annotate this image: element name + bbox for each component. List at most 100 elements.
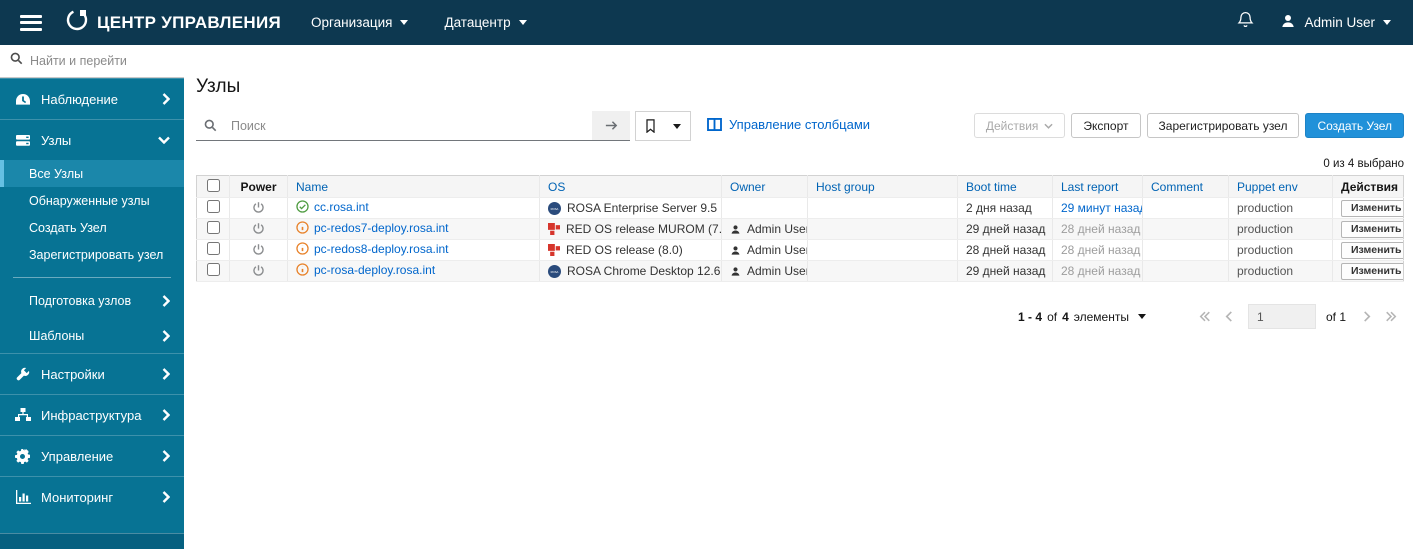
column-header-puppet-env[interactable]: Puppet env — [1228, 175, 1333, 198]
sidebar-search — [0, 45, 184, 78]
column-header-boot-time[interactable]: Boot time — [957, 175, 1053, 198]
power-status-icon — [252, 222, 265, 235]
column-header-power: Power — [229, 175, 288, 198]
wrench-icon — [14, 367, 31, 382]
column-header-name[interactable]: Name — [287, 175, 540, 198]
sidebar-subitem-label: Шаблоны — [29, 328, 85, 343]
main-content: Узлы Поиск Управление столбцами Действия… — [184, 45, 1413, 549]
actions-dropdown-button[interactable]: Действия — [973, 113, 1066, 138]
register-label: Зарегистрировать узел — [1158, 118, 1288, 133]
column-header-host-group[interactable]: Host group — [807, 175, 958, 198]
column-header-last-report[interactable]: Last report — [1052, 175, 1143, 198]
edit-button[interactable]: Изменить — [1341, 262, 1404, 280]
sidebar-item-templates[interactable]: Шаблоны — [0, 318, 184, 353]
host-name-link[interactable]: pc-rosa-deploy.rosa.int — [296, 263, 435, 277]
bookmark-button[interactable] — [636, 112, 664, 140]
manage-columns-button[interactable]: Управление столбцами — [707, 117, 870, 132]
os-name: RED OS release (8.0) — [566, 243, 683, 257]
edit-button[interactable]: Изменить — [1341, 199, 1404, 217]
host-name-link[interactable]: pc-redos7-deploy.rosa.int — [296, 221, 449, 235]
user-name: Admin User — [1304, 15, 1375, 30]
org-dropdown[interactable]: Организация — [311, 15, 409, 30]
sidebar-item-administer[interactable]: Управление — [0, 435, 184, 476]
sidebar-search-input[interactable] — [30, 54, 160, 68]
owner-cell: Admin User — [730, 222, 807, 236]
register-host-button[interactable]: Зарегистрировать узел — [1146, 113, 1300, 138]
sidebar-subitem-label: Зарегистрировать узел — [29, 247, 164, 262]
sidebar-item-monitoring[interactable]: Мониторинг — [0, 476, 184, 517]
row-checkbox[interactable] — [206, 221, 220, 234]
row-checkbox[interactable] — [206, 200, 220, 213]
pagination: 1 - 4 of 4 элементы of 1 — [196, 304, 1404, 329]
os-cell: RED OS release (8.0) — [548, 243, 713, 257]
boot-time-cell: 29 дней назад — [966, 222, 1046, 236]
gauge-icon — [14, 93, 31, 106]
sidebar-item-monitor[interactable]: Наблюдение — [0, 78, 184, 119]
create-label: Создать Узел — [1317, 118, 1392, 133]
sidebar-item-provisioning[interactable]: Подготовка узлов — [0, 283, 184, 318]
last-report-cell: 28 дней назад — [1061, 264, 1141, 278]
sidebar-item-discovered-hosts[interactable]: Обнаруженные узлы — [0, 187, 184, 214]
row-checkbox[interactable] — [206, 242, 220, 255]
sidebar-item-register-host[interactable]: Зарегистрировать узел — [0, 241, 184, 268]
table-row: pc-redos8-deploy.rosa.int RED OS release… — [196, 239, 1404, 261]
masthead-nav: Организация Датацентр — [311, 15, 527, 30]
prev-page-button[interactable] — [1218, 311, 1240, 322]
chevron-right-icon — [162, 368, 170, 380]
last-report-link[interactable]: 29 минут назад — [1061, 201, 1142, 215]
pagination-total: 4 — [1062, 309, 1069, 324]
sidebar-item-label: Наблюдение — [41, 91, 119, 107]
sidebar-item-all-hosts[interactable]: Все Узлы — [0, 160, 184, 187]
page-of-label: of 1 — [1325, 309, 1346, 324]
edit-button[interactable]: Изменить — [1341, 220, 1404, 238]
host-name-link[interactable]: pc-redos8-deploy.rosa.int — [296, 242, 449, 256]
status-warning-icon — [296, 221, 309, 234]
search-icon — [10, 52, 23, 70]
svg-text:ROSA: ROSA — [551, 269, 559, 273]
host-name-link[interactable]: cc.rosa.int — [296, 200, 369, 214]
page-number-input[interactable] — [1247, 304, 1316, 329]
column-header-owner[interactable]: Owner — [721, 175, 808, 198]
sidebar-item-infrastructure[interactable]: Инфраструктура — [0, 394, 184, 435]
person-icon — [730, 266, 741, 277]
sidebar-item-hosts[interactable]: Узлы — [0, 119, 184, 160]
export-button[interactable]: Экспорт — [1071, 113, 1141, 138]
person-icon — [730, 245, 741, 256]
chevron-right-icon — [162, 93, 170, 105]
brand-logo[interactable]: ЦЕНТР УПРАВЛЕНИЯ — [64, 7, 281, 38]
table-row: pc-rosa-deploy.rosa.int ROSA ROSA Chrome … — [196, 260, 1404, 282]
action-buttons: Действия Экспорт Зарегистрировать узел С… — [973, 111, 1404, 138]
bookmark-dropdown-button[interactable] — [664, 112, 690, 140]
hamburger-menu-icon[interactable] — [20, 14, 42, 31]
chevron-right-icon — [162, 409, 170, 421]
location-dropdown[interactable]: Датацентр — [444, 15, 527, 30]
os-name: RED OS release MUROM (7... — [566, 222, 722, 236]
next-page-button[interactable] — [1356, 311, 1378, 322]
sidebar-item-create-host[interactable]: Создать Узел — [0, 214, 184, 241]
first-page-button[interactable] — [1192, 311, 1218, 322]
per-page-dropdown[interactable]: 1 - 4 of 4 элементы — [1018, 310, 1146, 324]
caret-down-icon — [518, 20, 527, 25]
sidebar-subitem-label: Подготовка узлов — [29, 293, 132, 308]
caret-down-icon — [400, 20, 409, 25]
create-host-button[interactable]: Создать Узел — [1305, 113, 1404, 138]
host-name: cc.rosa.int — [314, 199, 369, 214]
host-search-input[interactable] — [223, 118, 592, 133]
column-header-os[interactable]: OS — [539, 175, 722, 198]
column-header-actions: Действия — [1332, 175, 1404, 198]
column-header-comment[interactable]: Comment — [1142, 175, 1229, 198]
search-submit-button[interactable] — [592, 111, 630, 141]
bell-icon[interactable] — [1237, 11, 1254, 34]
last-page-button[interactable] — [1378, 311, 1404, 322]
server-icon — [14, 134, 31, 147]
select-all-checkbox[interactable] — [206, 178, 220, 192]
os-name: ROSA Enterprise Server 9.5 — [567, 201, 718, 215]
boot-time-cell: 29 дней назад — [966, 264, 1046, 278]
host-name: pc-redos7-deploy.rosa.int — [314, 220, 449, 235]
edit-button[interactable]: Изменить — [1341, 241, 1404, 259]
user-menu[interactable]: Admin User — [1280, 13, 1391, 32]
row-checkbox[interactable] — [206, 263, 220, 276]
status-warning-icon — [296, 263, 309, 276]
caret-down-icon — [1137, 314, 1146, 319]
sidebar-item-settings[interactable]: Настройки — [0, 353, 184, 394]
